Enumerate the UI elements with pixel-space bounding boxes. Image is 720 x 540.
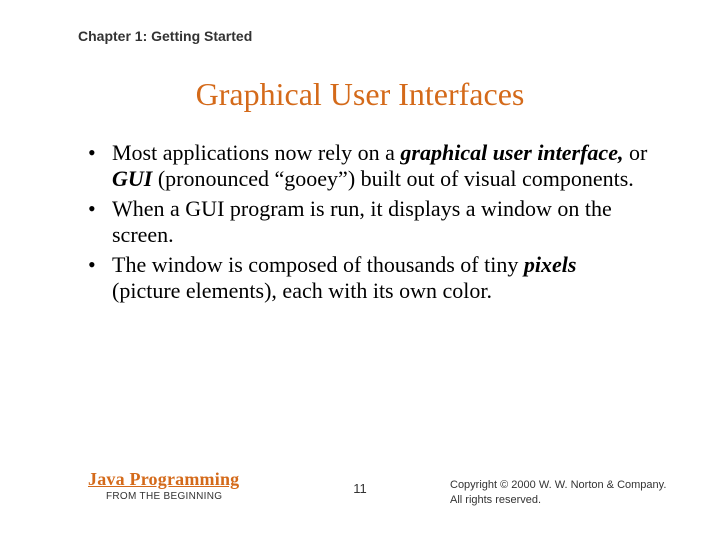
bullet-emphasis: pixels	[524, 252, 577, 277]
copyright-line: Copyright © 2000 W. W. Norton & Company.	[450, 478, 680, 493]
slide: Chapter 1: Getting Started Graphical Use…	[0, 0, 720, 540]
bullet-emphasis: GUI	[112, 166, 152, 191]
chapter-label: Chapter 1: Getting Started	[78, 28, 252, 44]
bullet-text: (picture elements), each with its own co…	[112, 278, 492, 303]
bullet-text: Most applications now rely on a	[112, 140, 400, 165]
slide-title: Graphical User Interfaces	[0, 76, 720, 113]
bullet-item: The window is composed of thousands of t…	[88, 252, 648, 305]
copyright: Copyright © 2000 W. W. Norton & Company.…	[450, 478, 680, 508]
bullet-item: Most applications now rely on a graphica…	[88, 140, 648, 193]
bullet-text: or	[623, 140, 647, 165]
bullet-emphasis: graphical user interface,	[400, 140, 623, 165]
bullet-item: When a GUI program is run, it displays a…	[88, 196, 648, 249]
bullet-text: The window is composed of thousands of t…	[112, 252, 524, 277]
copyright-line: All rights reserved.	[450, 493, 680, 508]
slide-body: Most applications now rely on a graphica…	[88, 140, 648, 307]
bullet-text: (pronounced “gooey”) built out of visual…	[152, 166, 633, 191]
bullet-text: When a GUI program is run, it displays a…	[112, 196, 612, 247]
